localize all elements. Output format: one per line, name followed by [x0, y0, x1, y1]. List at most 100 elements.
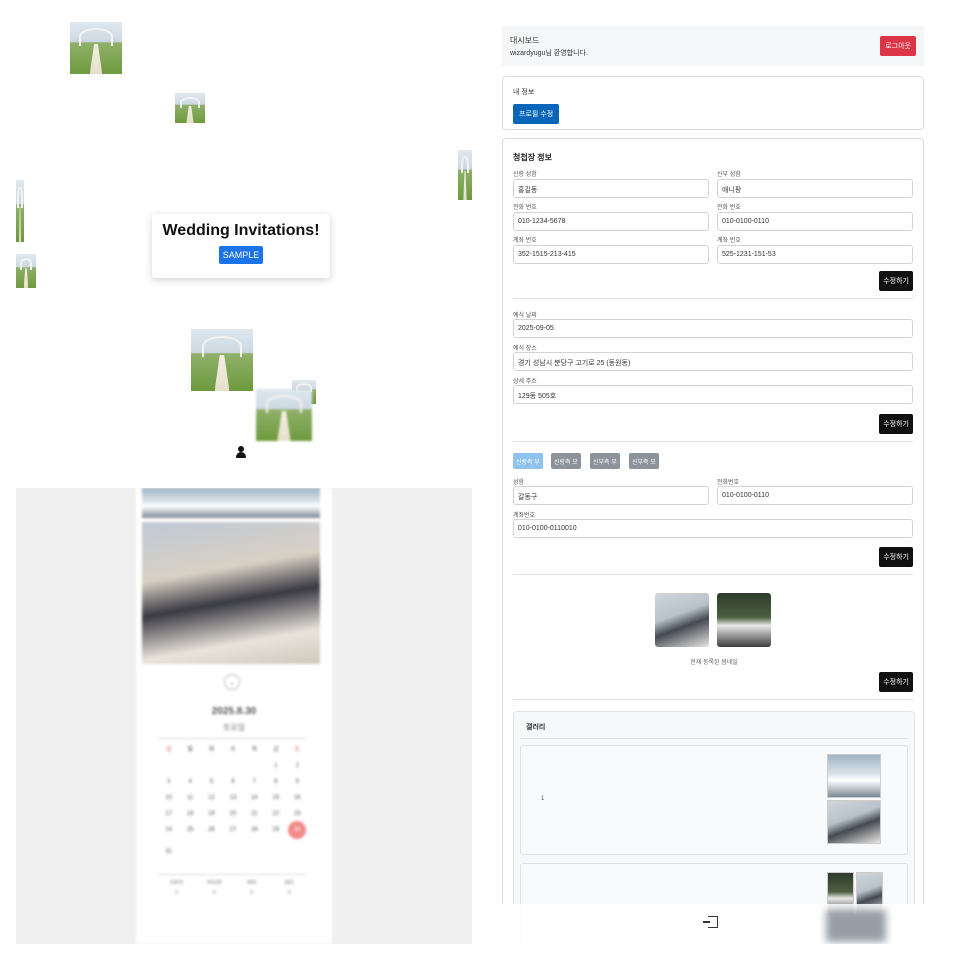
calendar-day: 31 — [165, 849, 173, 855]
gallery-item-number: 1 — [541, 796, 545, 802]
detail-address-field[interactable]: 129동 505호 — [513, 385, 913, 404]
calendar-day: 20 — [229, 811, 237, 817]
tab-bride-father[interactable]: 신부측 부 — [590, 453, 620, 469]
wedding-date: 2025.8.30 — [211, 706, 257, 717]
calendar-day: 18 — [186, 811, 194, 817]
calendar-day: 2 — [295, 763, 299, 769]
calendar-weekday: 월 — [187, 747, 193, 753]
venue-photo — [175, 93, 205, 123]
gallery-item[interactable]: 1 — [520, 745, 908, 855]
bride-account-field[interactable]: 525-1231-151-53 — [717, 245, 913, 264]
calendar-day: 11 — [187, 795, 194, 801]
logout-icon[interactable] — [703, 916, 718, 928]
calendar-weekday: 수 — [230, 747, 236, 753]
countdown-label: SEC — [284, 880, 295, 886]
calendar-day: 7 — [252, 779, 257, 785]
main-couple-photo — [142, 522, 320, 664]
tab-bride-mother[interactable]: 신부측 모 — [629, 453, 659, 469]
invitation-card[interactable]: Wedding Invitations! SAMPLE — [152, 214, 330, 278]
divider — [520, 738, 908, 739]
thumbnail-photo[interactable] — [717, 593, 771, 647]
calendar-day: 15 — [272, 795, 280, 801]
detail-address-label: 상세 주소 — [513, 379, 537, 385]
venue-field[interactable]: 경기 성남시 분당구 고기로 25 (동원동) — [513, 352, 913, 371]
divider — [513, 574, 913, 575]
parent-account-field[interactable]: 010-0100-0110010 — [513, 519, 913, 538]
calendar: 일 월 화 수 목 금 토 1 2 3 4 5 6 7 8 9 10 11 12 13 14 15 16 17 18 19 20 21… — [158, 744, 308, 855]
groom-name-label: 신랑 성함 — [513, 172, 537, 178]
calendar-day: 17 — [165, 811, 173, 817]
tab-groom-mother[interactable]: 신랑측 모 — [551, 453, 581, 469]
calendar-weekday: 토 — [294, 747, 301, 753]
save-venue-button[interactable]: 수정하기 — [879, 414, 913, 434]
countdown-value: 0 — [175, 890, 179, 896]
groom-phone-field[interactable]: 010-1234-5678 — [513, 212, 709, 231]
profile-card: 내 정보 프로필 수정 — [502, 76, 924, 130]
dashboard: 대시보드 wizardyugu님 환영합니다. 로그아웃 내 정보 프로필 수정… — [496, 16, 936, 944]
calendar-blank — [179, 763, 200, 769]
calendar-day: 23 — [293, 811, 301, 817]
save-parents-button[interactable]: 수정하기 — [879, 547, 913, 567]
dashboard-header: 대시보드 wizardyugu님 환영합니다. 로그아웃 — [502, 26, 924, 66]
page-title: 대시보드 — [510, 36, 540, 45]
parent-phone-field[interactable]: 010-0100-0110 — [717, 486, 913, 505]
parent-phone-label: 전화번호 — [717, 480, 740, 486]
gallery-thumbnail[interactable] — [827, 800, 881, 844]
gallery-thumbnail[interactable] — [827, 754, 881, 798]
calendar-day: 1 — [274, 763, 278, 769]
venue-photo — [16, 180, 24, 242]
calendar-day: 29 — [272, 827, 280, 833]
thumbnail-photo[interactable] — [655, 593, 709, 647]
blurred-thumbnail — [826, 910, 886, 942]
countdown-label: MIN — [247, 880, 257, 886]
edit-profile-button[interactable]: 프로필 수정 — [513, 104, 560, 124]
parent-account-label: 계좌번호 — [513, 513, 536, 519]
thumbnail-caption: 현재 등록된 썸네일 — [690, 660, 738, 666]
wedding-date-label: 예식 날짜 — [513, 313, 537, 319]
groom-name-field[interactable]: 홍길동 — [513, 179, 709, 198]
calendar-day: 25 — [186, 827, 194, 833]
venue-photo — [191, 329, 253, 391]
bride-account-label: 계좌 번호 — [717, 238, 741, 244]
wedding-date-field[interactable]: 2025-09-05 — [513, 319, 913, 338]
calendar-day: 16 — [293, 795, 301, 801]
calendar-day: 3 — [167, 779, 171, 785]
calendar-blank — [244, 763, 265, 769]
divider — [513, 699, 913, 700]
calendar-day: 26 — [208, 827, 215, 833]
calendar-weekday: 금 — [273, 747, 279, 753]
profile-label: 내 정보 — [513, 89, 535, 96]
calendar-blank — [222, 763, 243, 769]
calendar-day: 14 — [251, 795, 258, 801]
logout-button[interactable]: 로그아웃 — [880, 36, 916, 56]
bottom-toolbar — [496, 904, 936, 944]
calendar-weekday: 목 — [251, 747, 258, 753]
calendar-day: 4 — [188, 779, 192, 785]
groom-account-field[interactable]: 352-1515-213-415 — [513, 245, 709, 264]
calendar-day: 8 — [274, 779, 278, 785]
gallery-title: 갤러리 — [526, 724, 546, 731]
countdown-value: 0 — [212, 890, 216, 896]
sample-button[interactable]: SAMPLE — [218, 246, 264, 264]
person-icon[interactable] — [236, 446, 246, 458]
tab-groom-father[interactable]: 신랑측 부 — [513, 453, 543, 469]
invitation-info-card: 청첩장 정보 신랑 성함 홍길동 신부 성함 애니팡 전화 번호 010-123… — [502, 138, 924, 944]
calendar-day: 13 — [229, 795, 237, 801]
save-thumbnail-button[interactable]: 수정하기 — [879, 672, 913, 692]
wedding-weekday: 토요일 — [222, 723, 246, 732]
bride-phone-field[interactable]: 010-0100-0110 — [717, 212, 913, 231]
calendar-weekday: 일 — [165, 747, 172, 753]
calendar-day: 21 — [251, 811, 258, 817]
countdown-label: DAYS — [170, 880, 184, 886]
mobile-preview-panel: ⌄ 2025.8.30 토요일 일 월 화 수 목 금 토 1 2 3 4 5 6 7 8 9 10 11 12 13… — [16, 488, 472, 944]
bride-name-field[interactable]: 애니팡 — [717, 179, 913, 198]
mobile-invitation-page: ⌄ 2025.8.30 토요일 일 월 화 수 목 금 토 1 2 3 4 5 6 7 8 9 10 11 12 13… — [136, 488, 332, 944]
venue-photo — [458, 150, 472, 200]
divider — [158, 738, 306, 739]
chevron-down-icon[interactable]: ⌄ — [224, 674, 240, 690]
parent-name-field[interactable]: 갈동구 — [513, 486, 709, 505]
divider — [158, 874, 306, 875]
invitation-title: Wedding Invitations! — [162, 222, 320, 239]
venue-photo — [256, 389, 312, 441]
save-names-button[interactable]: 수정하기 — [879, 271, 913, 291]
